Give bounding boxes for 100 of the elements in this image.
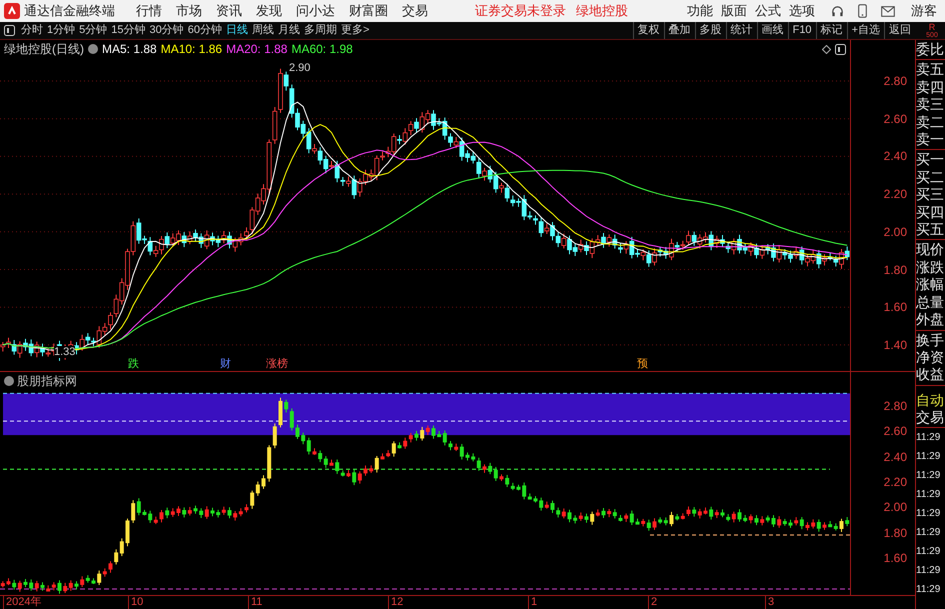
period-tab[interactable]: 5分钟 bbox=[77, 22, 110, 39]
auto-mode-label[interactable]: 自动 bbox=[916, 392, 945, 410]
trade-time: 11:29 bbox=[916, 564, 942, 578]
trade-time: 11:29 bbox=[916, 468, 942, 483]
guest-user-button[interactable]: 游客 bbox=[911, 1, 937, 21]
quote-field-label[interactable]: 收益 bbox=[916, 366, 945, 384]
toolbar-button[interactable]: 统计 bbox=[726, 22, 757, 39]
menu-item[interactable]: 市场 bbox=[169, 1, 209, 21]
quote-field-label[interactable]: 净资 bbox=[916, 348, 945, 366]
period-tab[interactable]: 15分钟 bbox=[109, 22, 148, 39]
menu-item[interactable]: 财富圈 bbox=[342, 1, 395, 21]
price-axis-label: 2.80 bbox=[884, 400, 907, 412]
period-tab[interactable]: 月线 bbox=[276, 22, 302, 39]
price-axis-label: 2.20 bbox=[884, 476, 907, 488]
indicator-title: 股朋指标网 bbox=[17, 373, 77, 390]
price-axis-label: 1.60 bbox=[884, 301, 907, 314]
price-axis-label: 2.80 bbox=[884, 75, 907, 87]
period-tab[interactable]: 30分钟 bbox=[148, 22, 186, 39]
event-marker[interactable]: 涨榜 bbox=[266, 359, 288, 370]
toolbar-button[interactable]: 多股 bbox=[694, 22, 726, 39]
phone-icon[interactable] bbox=[858, 4, 867, 18]
price-axis-label: 2.20 bbox=[884, 188, 907, 200]
stock-name[interactable]: 绿地控股 bbox=[576, 1, 628, 21]
price-axis-label: 1.80 bbox=[884, 264, 907, 276]
menu-item[interactable]: 版面 bbox=[717, 1, 751, 21]
headset-icon[interactable] bbox=[831, 4, 844, 18]
date-axis-label: 3 bbox=[765, 596, 774, 609]
price-axis-label: 2.00 bbox=[884, 501, 907, 514]
menu-item[interactable]: 公式 bbox=[751, 1, 785, 21]
price-axis-label: 2.60 bbox=[884, 425, 907, 438]
price-axis-label: 1.40 bbox=[884, 338, 907, 351]
quote-field-label[interactable]: 涨跌 bbox=[916, 258, 945, 276]
quote-field-label[interactable]: 现价 bbox=[916, 241, 945, 259]
quote-field-label[interactable]: 买一 bbox=[916, 151, 945, 169]
quote-field-label[interactable]: 买三 bbox=[916, 186, 945, 204]
toolbar-button[interactable]: F10 bbox=[788, 22, 816, 39]
period-tab[interactable]: 多周期 bbox=[302, 22, 339, 39]
trade-label[interactable]: 交易 bbox=[916, 409, 945, 428]
low-price-label: 1.33 bbox=[54, 346, 76, 358]
toolbar-button[interactable]: 画线 bbox=[756, 22, 788, 39]
price-axis-label: 2.40 bbox=[884, 450, 907, 463]
date-axis-label: 10 bbox=[128, 596, 144, 609]
menu-item[interactable]: 功能 bbox=[683, 1, 717, 21]
toolbar-button[interactable]: 叠加 bbox=[664, 22, 695, 39]
chart-title: 绿地控股(日线) bbox=[4, 41, 84, 58]
price-axis-label: 2.60 bbox=[884, 112, 907, 125]
panel-toggle-icon[interactable] bbox=[4, 25, 15, 36]
toolbar-button[interactable]: +自选 bbox=[846, 22, 884, 39]
moving-average-label: MA5: 1.88 bbox=[102, 41, 157, 58]
moving-average-label: MA60: 1.98 bbox=[291, 41, 353, 58]
trade-time: 11:29 bbox=[916, 506, 942, 521]
app-name: 通达信金融终端 bbox=[24, 2, 115, 20]
trade-time: 11:29 bbox=[916, 526, 942, 540]
price-axis-label: 2.00 bbox=[884, 226, 907, 238]
period-tab[interactable]: 分时 bbox=[19, 22, 45, 39]
quote-field-label[interactable]: 外盘 bbox=[916, 311, 945, 328]
price-axis-label: 1.60 bbox=[884, 552, 907, 564]
trade-time: 11:29 bbox=[916, 450, 942, 464]
menu-item[interactable]: 发现 bbox=[249, 1, 289, 21]
toolbar-button[interactable]: 复权 bbox=[632, 22, 664, 39]
toolbar-button[interactable]: 标记 bbox=[816, 22, 847, 39]
quote-field-label[interactable]: 总量 bbox=[916, 294, 945, 312]
quote-field-label[interactable]: 换手 bbox=[916, 332, 945, 349]
trade-time: 11:29 bbox=[916, 488, 942, 502]
quote-field-label[interactable]: 买五 bbox=[916, 221, 945, 238]
quote-field-label[interactable]: 卖二 bbox=[916, 114, 945, 132]
event-marker[interactable]: 预 bbox=[637, 359, 648, 370]
period-tab[interactable]: 日线 bbox=[224, 22, 250, 39]
toolbar-button[interactable]: 返回 bbox=[884, 22, 915, 39]
login-status[interactable]: 证券交易未登录 bbox=[475, 1, 566, 21]
moving-average-label: MA20: 1.88 bbox=[226, 41, 288, 58]
menu-item[interactable]: 交易 bbox=[395, 1, 435, 21]
diamond-icon[interactable] bbox=[822, 44, 831, 54]
quote-field-label[interactable]: 买二 bbox=[916, 168, 945, 186]
quote-field-label[interactable]: 买四 bbox=[916, 204, 945, 222]
date-axis-label: 2 bbox=[648, 596, 658, 609]
quote-field-label[interactable]: 涨幅 bbox=[916, 276, 945, 294]
window-icon[interactable] bbox=[835, 44, 846, 54]
menu-item[interactable]: 问小达 bbox=[289, 1, 342, 21]
high-price-label: 2.90 bbox=[289, 61, 310, 76]
quote-field-label[interactable]: 卖五 bbox=[916, 61, 945, 79]
quote-field-label[interactable]: 卖四 bbox=[916, 78, 945, 96]
quote-field-label[interactable]: 委比 bbox=[916, 41, 945, 58]
menu-item[interactable]: 选项 bbox=[785, 1, 819, 21]
event-marker[interactable]: 财 bbox=[220, 359, 231, 370]
trade-time: 11:29 bbox=[916, 582, 942, 597]
period-tab[interactable]: 更多> bbox=[339, 22, 372, 39]
menu-item[interactable]: 资讯 bbox=[209, 1, 249, 21]
period-tab[interactable]: 60分钟 bbox=[186, 22, 224, 39]
mail-icon[interactable] bbox=[881, 6, 895, 16]
date-axis-label: 12 bbox=[388, 596, 404, 609]
price-axis-label: 2.40 bbox=[884, 150, 907, 162]
quote-field-label[interactable]: 卖一 bbox=[916, 131, 945, 148]
quote-field-label[interactable]: 卖三 bbox=[916, 96, 945, 114]
period-tab[interactable]: 周线 bbox=[250, 22, 276, 39]
date-axis-label: 11 bbox=[248, 596, 262, 609]
moving-average-label: MA10: 1.86 bbox=[160, 41, 222, 58]
event-marker[interactable]: 跌 bbox=[128, 359, 139, 370]
period-tab[interactable]: 1分钟 bbox=[45, 22, 78, 39]
menu-item[interactable]: 行情 bbox=[129, 1, 169, 21]
